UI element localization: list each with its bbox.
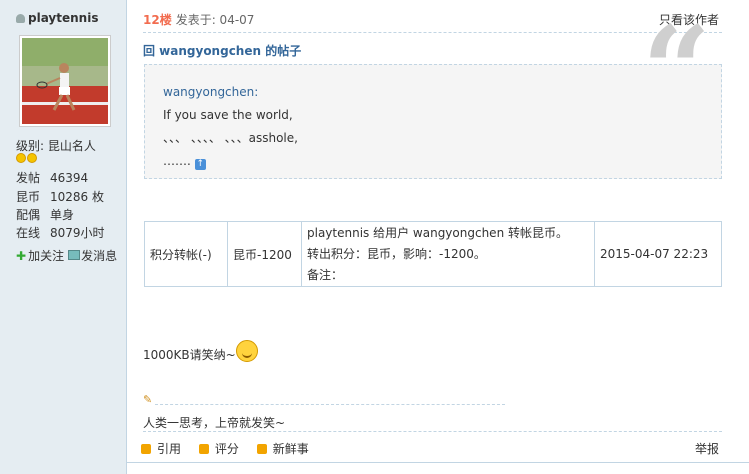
post-text: 1000KB请笑纳~ <box>143 348 236 362</box>
quote-block: “ wangyongchen: If you save the world, 、… <box>144 11 722 179</box>
message-button[interactable]: 发消息 <box>64 249 117 263</box>
rating-desc-line: 备注： <box>307 267 344 282</box>
reply-title[interactable]: 回 wangyongchen 的帖子 <box>143 42 301 59</box>
report-button[interactable]: 举报 <box>695 440 719 457</box>
stat-posts: 发帖 46394 <box>16 169 88 186</box>
stat-key: 昆币 <box>16 190 41 204</box>
rating-description: playtennis 给用户 wangyongchen 转帐昆币。 转出积分：昆… <box>301 221 595 287</box>
plus-icon: ✚ <box>16 249 27 263</box>
username[interactable]: playtennis <box>16 11 98 25</box>
rate-label[interactable]: 评分 <box>215 442 239 456</box>
smiley-face-icon <box>235 340 258 362</box>
envelope-icon <box>68 250 81 260</box>
follow-label[interactable]: 加关注 <box>28 249 64 263</box>
quote-button[interactable]: 引用 <box>141 442 181 456</box>
rating-time: 2015-04-07 22:23 <box>594 221 722 287</box>
stat-value: 46394 <box>50 171 89 185</box>
floor-number[interactable]: 12楼 <box>143 13 172 27</box>
quote-line: ……. <box>163 154 191 168</box>
pencil-icon: ✎ <box>143 393 153 406</box>
quote-line: If you save the world, <box>163 108 293 122</box>
news-button[interactable]: 新鲜事 <box>256 442 309 456</box>
divider <box>127 462 749 463</box>
quote-mark-icon: “ <box>641 0 711 141</box>
avatar[interactable] <box>19 35 111 127</box>
post-body: 1000KB请笑纳~ <box>143 340 258 363</box>
post-header: 12楼 发表于: 04-07 <box>143 11 254 28</box>
username-link[interactable]: playtennis <box>28 11 98 25</box>
post-actions: 引用 评分 新鲜事 <box>141 440 323 457</box>
stat-value: 8079小时 <box>50 226 105 240</box>
smiley-icon <box>16 153 26 163</box>
stat-key: 在线 <box>16 226 41 240</box>
rating-desc-line: 转出积分：昆币，影响：-1200。 <box>307 246 486 261</box>
post-time: 发表于: 04-07 <box>175 13 255 27</box>
stat-value: 单身 <box>50 208 75 222</box>
news-icon <box>256 444 267 454</box>
quote-label[interactable]: 引用 <box>157 442 181 456</box>
follow-button[interactable]: ✚ 加关注 <box>16 249 64 263</box>
user-sidebar: playtennis 级别: 昆山名人 发帖 46394 昆币 10286 枚 配偶… <box>0 0 127 474</box>
signature-divider <box>155 404 505 405</box>
stat-key: 配偶 <box>16 208 41 222</box>
quote-line-last: ……. ↑ <box>163 150 703 173</box>
rating-table: 积分转帐(-) 昆币-1200 playtennis 给用户 wangyongc… <box>144 221 722 287</box>
user-icon <box>16 14 25 23</box>
stat-key: 发帖 <box>16 171 41 185</box>
rating-amount: 昆币-1200 <box>227 221 302 287</box>
moon-icon <box>27 153 37 163</box>
table-row: 积分转帐(-) 昆币-1200 playtennis 给用户 wangyongc… <box>144 221 722 287</box>
quote-line: 、、、 、、、、 、、、asshole, <box>163 131 298 145</box>
news-label[interactable]: 新鲜事 <box>273 442 309 456</box>
post-content: 12楼 发表于: 04-07 只看该作者 回 wangyongchen 的帖子 “… <box>127 0 749 474</box>
rate-icon <box>198 444 209 454</box>
level-value: 昆山名人 <box>47 139 96 153</box>
stat-online: 在线 8079小时 <box>16 224 105 241</box>
message-label[interactable]: 发消息 <box>81 249 117 263</box>
rating-type: 积分转帐(-) <box>144 221 228 287</box>
quote-author[interactable]: wangyongchen: <box>163 81 703 104</box>
quote-icon <box>141 444 151 454</box>
rating-desc-line: playtennis 给用户 wangyongchen 转帐昆币。 <box>307 225 568 240</box>
user-actions: ✚ 加关注 发消息 <box>16 247 117 264</box>
stat-value: 10286 枚 <box>50 190 104 204</box>
stat-spouse: 配偶 单身 <box>16 206 74 223</box>
jump-to-post-icon[interactable]: ↑ <box>194 159 206 170</box>
level-label: 级别: <box>16 139 45 153</box>
divider <box>143 431 722 432</box>
stat-coins: 昆币 10286 枚 <box>16 188 104 205</box>
signature: 人类一思考，上帝就发笑~ <box>143 416 286 430</box>
divider <box>143 32 722 33</box>
rate-button[interactable]: 评分 <box>198 442 239 456</box>
level-icons <box>16 152 38 166</box>
